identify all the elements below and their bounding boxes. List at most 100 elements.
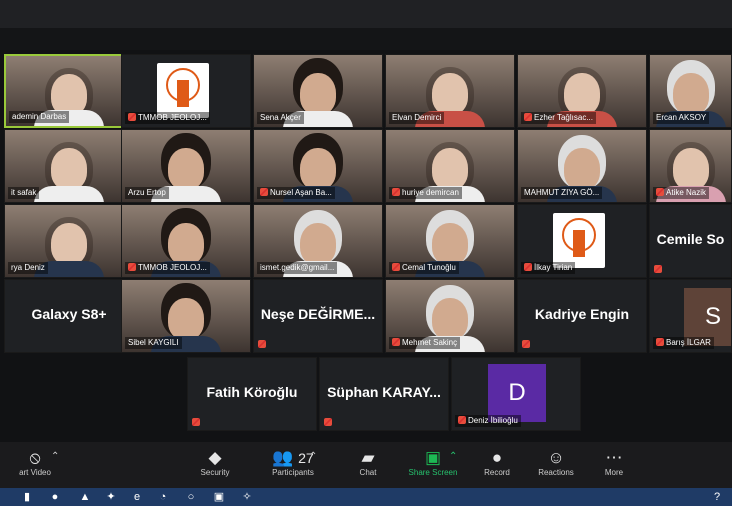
participant-tile-25[interactable]: Fatih Köroğlu bbox=[187, 357, 317, 431]
more-label: More bbox=[604, 468, 624, 477]
internet-explorer-icon[interactable]: e bbox=[130, 490, 144, 504]
participant-name: MAHMUT ZIYA GÖ... bbox=[521, 187, 603, 199]
participant-face bbox=[432, 73, 468, 115]
participant-tile-27[interactable]: D Deniz İbilioğlu bbox=[451, 357, 581, 431]
participant-name-text: Ezher Tağlısac... bbox=[534, 113, 593, 122]
participant-face bbox=[51, 223, 87, 265]
participant-face bbox=[300, 148, 336, 190]
participant-tile-14[interactable]: TMMOB JEOLOJ... bbox=[121, 204, 251, 278]
muted-microphone-icon bbox=[392, 188, 400, 196]
start-video-button[interactable]: ⦸ art Video ⌃ bbox=[0, 448, 70, 477]
participant-tile-6[interactable]: Ercan AKSOY bbox=[649, 54, 732, 128]
participant-display-name: Cemile So bbox=[656, 231, 725, 247]
participant-tile-4[interactable]: Elvan Demirci bbox=[385, 54, 515, 128]
muted-microphone-icon bbox=[324, 418, 332, 426]
meeting-controls: ⦸ art Video ⌃ ◆ Security 👥 27 Participants ⌃ … bbox=[0, 442, 732, 488]
participant-display-name: Fatih Köroğlu bbox=[206, 384, 298, 400]
muted-microphone-icon bbox=[192, 418, 200, 426]
participant-tile-8[interactable]: Arzu Ertop bbox=[121, 129, 251, 203]
participant-tile-19[interactable]: Galaxy S8+ bbox=[4, 279, 134, 353]
participant-display-name: Süphan KARAY... bbox=[327, 384, 441, 400]
windows-taskbar: ▮ ● ▲ ✦ e ◔ ○ ▣ ✧ ? bbox=[0, 488, 732, 506]
participant-name: Elvan Demirci bbox=[389, 112, 445, 124]
participant-face bbox=[51, 148, 87, 190]
participant-tile-3[interactable]: Sena Akçer bbox=[253, 54, 383, 128]
security-button[interactable]: ◆ Security bbox=[180, 448, 250, 477]
video-options-caret[interactable]: ⌃ bbox=[51, 451, 59, 462]
participant-name: Cemal Tunoğlu bbox=[389, 262, 459, 274]
chrome-icon[interactable]: ● bbox=[48, 490, 62, 504]
pin-icon[interactable]: ✦ bbox=[104, 490, 118, 504]
share-screen-label: Share Screen bbox=[408, 468, 458, 477]
participant-tile-16[interactable]: Cemal Tunoğlu bbox=[385, 204, 515, 278]
file-explorer-icon[interactable]: ▮ bbox=[20, 490, 34, 504]
participant-tile-17[interactable]: İlkay Tirian bbox=[517, 204, 647, 278]
participant-tile-20[interactable]: Sibel KAYGILI bbox=[121, 279, 251, 353]
participant-tile-5[interactable]: Ezher Tağlısac... bbox=[517, 54, 647, 128]
participant-tile-7[interactable]: it safak bbox=[4, 129, 134, 203]
participant-tile-22[interactable]: Mehmet Sakinç bbox=[385, 279, 515, 353]
share-screen-options-caret[interactable]: ⌃ bbox=[449, 451, 457, 462]
participant-tile-10[interactable]: huriye demircan bbox=[385, 129, 515, 203]
participant-face bbox=[432, 298, 468, 340]
participant-name-text: Atike Nazik bbox=[666, 188, 707, 197]
participant-display-name: Galaxy S8+ bbox=[31, 306, 107, 322]
participant-tile-13[interactable]: rya Deniz bbox=[4, 204, 134, 278]
participant-tile-26[interactable]: Süphan KARAY... bbox=[319, 357, 449, 431]
participant-tile-18[interactable]: Cemile So bbox=[649, 204, 732, 278]
muted-microphone-icon bbox=[522, 340, 530, 348]
organization-logo bbox=[157, 63, 209, 118]
participant-name: Ezher Tağlısac... bbox=[521, 112, 596, 124]
participant-name-text: huriye demircan bbox=[402, 188, 459, 197]
muted-microphone-icon bbox=[656, 338, 664, 346]
participant-tile-9[interactable]: Nursel Aşan Ba... bbox=[253, 129, 383, 203]
participant-name: huriye demircan bbox=[389, 187, 462, 199]
help-icon[interactable]: ? bbox=[710, 490, 724, 504]
participant-tile-11[interactable]: MAHMUT ZIYA GÖ... bbox=[517, 129, 647, 203]
chat-button[interactable]: ▰ Chat bbox=[333, 448, 403, 477]
participants-button[interactable]: 👥 27 Participants ⌃ bbox=[258, 448, 328, 477]
opera-icon[interactable]: ○ bbox=[184, 490, 198, 504]
muted-microphone-icon bbox=[524, 263, 532, 271]
participant-face bbox=[300, 223, 336, 265]
participant-name-text: Barış İLGAR bbox=[666, 338, 711, 347]
participant-face bbox=[168, 298, 204, 340]
participant-tile-1[interactable]: ademin Darbas bbox=[4, 54, 134, 128]
window-icon[interactable]: ▣ bbox=[212, 490, 226, 504]
participant-name: ismet.gedik@gmail... bbox=[257, 262, 338, 274]
muted-microphone-icon bbox=[258, 340, 266, 348]
more-dots-icon: ⋯ bbox=[605, 448, 623, 467]
participant-display-name: Neşe DEĞİRME... bbox=[260, 306, 376, 322]
acrobat-icon[interactable]: ▲ bbox=[78, 490, 92, 504]
participants-options-caret[interactable]: ⌃ bbox=[309, 451, 317, 462]
participant-name: rya Deniz bbox=[8, 262, 48, 274]
participant-face bbox=[432, 223, 468, 265]
edge-icon[interactable]: ◔ bbox=[156, 490, 170, 504]
participant-tile-15[interactable]: ismet.gedik@gmail... bbox=[253, 204, 383, 278]
participant-name-text: TMMOB JEOLOJ... bbox=[138, 113, 207, 122]
participant-tile-12[interactable]: Atike Nazik bbox=[649, 129, 732, 203]
tool-icon[interactable]: ✧ bbox=[240, 490, 254, 504]
participant-face bbox=[300, 73, 336, 115]
chat-icon: ▰ bbox=[361, 448, 375, 467]
muted-microphone-icon bbox=[128, 263, 136, 271]
security-label: Security bbox=[200, 468, 230, 477]
participant-face bbox=[168, 148, 204, 190]
participant-body bbox=[34, 186, 104, 202]
participant-face bbox=[564, 73, 600, 115]
participant-name: Sibel KAYGILI bbox=[125, 337, 182, 349]
participant-face bbox=[564, 148, 600, 190]
participant-tile-2[interactable]: TMMOB JEOLOJ... bbox=[121, 54, 251, 128]
participant-tile-21[interactable]: Neşe DEĞİRME... bbox=[253, 279, 383, 353]
participant-face bbox=[432, 148, 468, 190]
participant-tile-23[interactable]: Kadriye Engin bbox=[517, 279, 647, 353]
title-bar bbox=[0, 0, 732, 28]
more-button[interactable]: ⋯ More bbox=[579, 448, 649, 477]
participant-tile-24[interactable]: S Barış İLGAR bbox=[649, 279, 732, 353]
muted-microphone-icon bbox=[392, 263, 400, 271]
participant-name: Atike Nazik bbox=[653, 187, 710, 199]
participants-label: Participants bbox=[272, 468, 314, 477]
share-screen-button[interactable]: ▣ Share Screen ⌃ bbox=[398, 448, 468, 477]
participant-avatar: D bbox=[488, 364, 546, 422]
shield-icon: ◆ bbox=[208, 448, 222, 467]
